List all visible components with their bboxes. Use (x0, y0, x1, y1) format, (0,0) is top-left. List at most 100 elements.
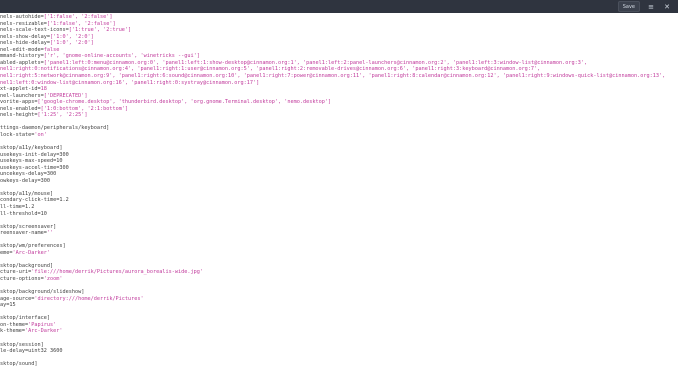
code-key: condary-click-time=1.2 (0, 197, 69, 204)
code-key: ll-threshold=10 (0, 210, 47, 217)
code-key: sktop/session] (0, 341, 44, 348)
code-value: 'directory:///home/derrik/Pictures' (34, 295, 144, 302)
code-line: nels-height=['1:25', '2:25'] (0, 112, 87, 118)
code-key: sktop/interface] (0, 315, 50, 322)
text-editor-area[interactable]: nels-autohide=['1:false', '2:false'] nels… (0, 13, 678, 369)
code-line: nels-enabled=['1:0:bottom', '2:1:bottom'… (0, 106, 128, 112)
code-key: on-theme= (0, 321, 29, 328)
save-button-label: Save (622, 3, 635, 10)
code-value: '' (46, 230, 54, 237)
code-line: sktop/interface] (0, 315, 50, 321)
code-value: ['1:25', '2:25'] (37, 112, 88, 119)
code-line: vorite-apps=['google-chrome.desktop', 't… (0, 99, 331, 105)
code-key: cture-uri= (0, 269, 32, 276)
code-value: ['panel1:left:0:menu@cinnamon.org:0', 'p… (43, 59, 588, 66)
code-line: nels-hide-delay=['1:0', '2:0'] (0, 40, 94, 46)
code-line: sktop/wm/preferences] (0, 243, 66, 249)
code-key: nels-resizable= (0, 20, 47, 27)
code-key: sktop/wm/preferences] (0, 243, 66, 250)
code-line: age-source='directory:///home/derrik/Pic… (0, 296, 144, 302)
code-line: sktop/a11y/keyboard] (0, 145, 62, 151)
hamburger-menu-icon[interactable]: ≡ (646, 2, 656, 11)
code-line: xt-applet-id=18 (0, 86, 47, 92)
code-line: lock-state='on' (0, 132, 47, 138)
code-key: usekeys-accel-time=300 (0, 164, 69, 171)
code-key: usekeys-max-speed=10 (0, 158, 63, 165)
code-line: uncekeys-delay=300 (0, 171, 56, 177)
code-value: ['r', 'gnome-online-accounts', 'winetric… (43, 53, 200, 60)
code-line: abled-applets=['panel1:left:0:menu@cinna… (0, 60, 587, 66)
code-value: ['google-chrome.desktop', 'thunderbird.d… (37, 99, 332, 106)
save-button[interactable]: Save (617, 1, 640, 12)
code-value: nel1:left:0:window-list@cinnamon.org:16'… (0, 79, 260, 86)
code-value: 18 (40, 86, 47, 93)
code-line: condary-click-time=1.2 (0, 197, 69, 203)
code-line: reensaver-name='' (0, 230, 53, 236)
code-value: nel1:right:0:notifications@cinnamon.org:… (0, 66, 541, 73)
code-key: le-delay=uint32 3600 (0, 348, 63, 355)
code-line: usekeys-max-speed=10 (0, 158, 62, 164)
code-line: sktop/screensaver] (0, 224, 56, 230)
code-value: 'file:///home/derrik/Pictures/aurora_bor… (31, 269, 204, 276)
code-key: sktop/background/slideshow] (0, 289, 85, 296)
code-value: 'Papirus' (28, 321, 57, 328)
code-key: uncekeys-delay=300 (0, 171, 57, 178)
code-value: 'Arc-Darker' (12, 249, 50, 256)
code-key: reensaver-name= (0, 230, 47, 237)
code-line: sktop/a11y/mouse] (0, 191, 53, 197)
code-key: lock-state= (0, 131, 35, 138)
code-value: ['1:0:bottom', '2:1:bottom'] (40, 105, 129, 112)
code-line: cture-options='zoom' (0, 276, 62, 282)
code-line: sktop/session] (0, 342, 44, 348)
code-value: ['1:0', '2:0'] (49, 33, 94, 40)
close-icon[interactable]: ✕ (662, 2, 672, 11)
code-value: 'Arc-Darker' (25, 328, 63, 335)
code-value: 'zoom' (43, 276, 63, 282)
code-value: ['DEPRECATED'] (43, 92, 88, 99)
code-line: ay=15 (0, 302, 16, 308)
code-line: usekeys-accel-time=300 (0, 165, 69, 171)
code-line: owkeys-delay=300 (0, 178, 50, 184)
code-line: nel1:right:0:notifications@cinnamon.org:… (0, 66, 540, 72)
code-line: sktop/background] (0, 263, 53, 269)
code-line: mmand-history=['r', 'gnome-online-accoun… (0, 53, 200, 59)
code-value: 'on' (34, 131, 47, 138)
code-key: mmand-history= (0, 53, 44, 60)
code-key: sktop/screensaver] (0, 223, 57, 230)
code-line: nel-edit-mode=false (0, 47, 59, 53)
code-line: sktop/background/slideshow] (0, 289, 84, 295)
code-value: false (43, 46, 60, 53)
code-key: ay=15 (0, 302, 16, 309)
code-key: nels-autohide= (0, 14, 44, 20)
code-key: nels-show-delay= (0, 33, 50, 40)
code-key: k-theme= (0, 328, 25, 335)
code-line: nels-autohide=['1:false', '2:false'] (0, 14, 112, 20)
code-key: vorite-apps= (0, 99, 38, 106)
code-key: sktop/a11y/keyboard] (0, 145, 63, 151)
code-line: ll-time=1.2 (0, 204, 34, 210)
code-key: owkeys-delay=300 (0, 177, 50, 184)
code-line: nel1:right:5:network@cinnamon.org:9', 'p… (0, 73, 665, 79)
code-key: sktop/a11y/mouse] (0, 190, 54, 197)
code-value: ['1:false', '2:false'] (43, 14, 113, 20)
code-line: nel1:left:0:window-list@cinnamon.org:16'… (0, 80, 259, 86)
code-key: sktop/background] (0, 262, 54, 269)
code-value: nel1:right:5:network@cinnamon.org:9', 'p… (0, 72, 666, 79)
code-key: nels-height= (0, 112, 38, 119)
code-key: nels-hide-delay= (0, 40, 50, 47)
code-line: eme='Arc-Darker' (0, 250, 50, 256)
code-line: le-delay=uint32 3600 (0, 348, 62, 354)
code-line: nels-resizable=['1:false', '2:false'] (0, 21, 116, 27)
code-key: age-source= (0, 295, 35, 302)
code-key: xt-applet-id= (0, 86, 41, 93)
code-line: on-theme='Papirus' (0, 322, 56, 328)
code-line: ttings-daemon/peripherals/keyboard] (0, 125, 109, 131)
code-line: k-theme='Arc-Darker' (0, 328, 62, 334)
code-value: ['1:0', '2:0'] (49, 40, 94, 47)
code-key: nels-scale-text-icons= (0, 27, 69, 34)
code-key: sktop/sound] (0, 361, 38, 368)
code-key: cture-options= (0, 276, 44, 282)
code-line: sktop/sound] (0, 361, 37, 367)
code-line: nels-scale-text-icons=['1:true', '2:true… (0, 27, 131, 33)
code-line: ll-threshold=10 (0, 211, 47, 217)
